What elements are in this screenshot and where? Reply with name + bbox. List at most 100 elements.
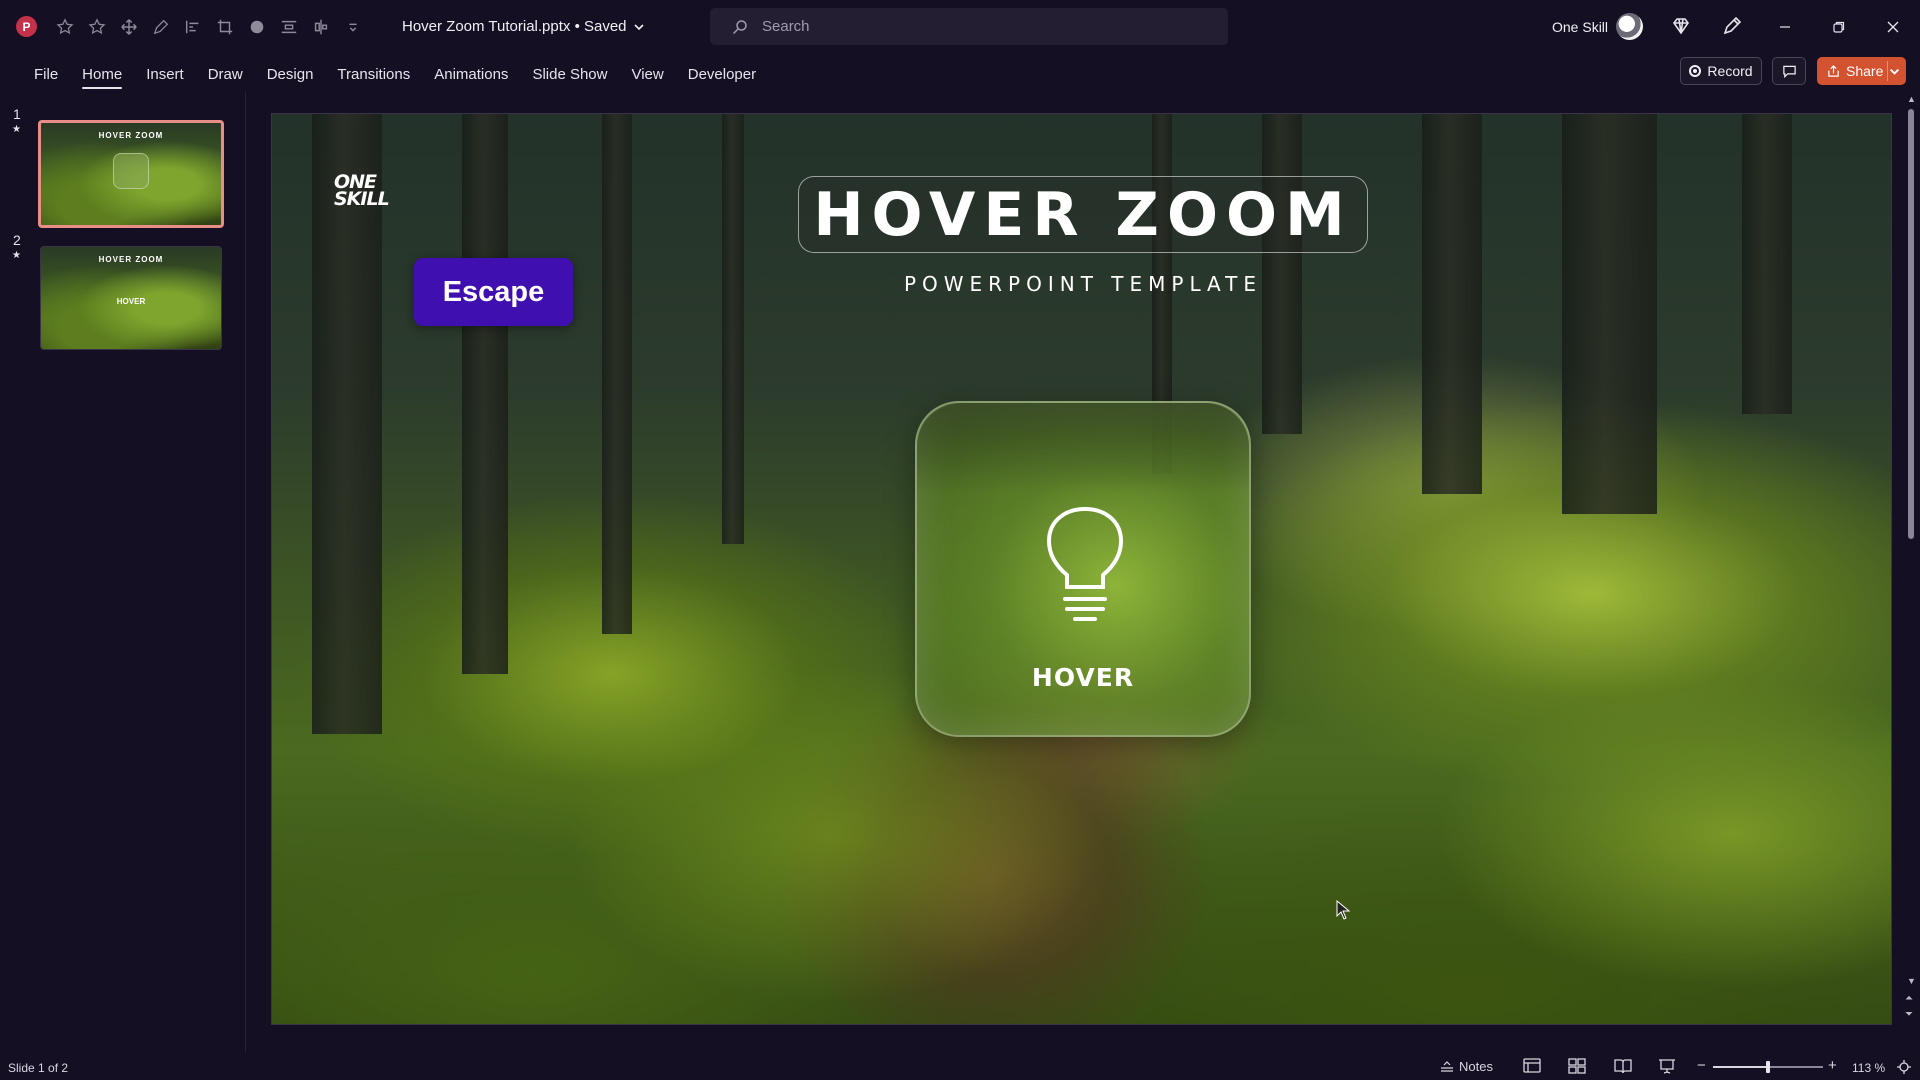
- notes-button[interactable]: Notes: [1440, 1059, 1493, 1074]
- restore-button[interactable]: [1825, 13, 1853, 41]
- close-button[interactable]: [1879, 13, 1907, 41]
- crop-icon[interactable]: [212, 14, 238, 40]
- slideshow-icon: [1659, 1059, 1675, 1074]
- animation-star-icon: ★: [12, 250, 21, 261]
- zoom-level[interactable]: 113 %: [1852, 1061, 1885, 1075]
- tree-trunk: [1422, 114, 1482, 494]
- slideshow-button[interactable]: [1658, 1058, 1678, 1076]
- document-title[interactable]: Hover Zoom Tutorial.pptx • Saved: [402, 18, 645, 35]
- mouse-cursor-icon: [1336, 900, 1350, 920]
- record-icon: [1689, 65, 1702, 77]
- slide-subtitle[interactable]: POWERPOINT TEMPLATE: [798, 272, 1368, 296]
- favorite-star-icon[interactable]: [84, 14, 110, 40]
- tree-trunk: [1562, 114, 1657, 514]
- tab-transitions[interactable]: Transitions: [325, 62, 422, 91]
- scrollbar-thumb[interactable]: [1908, 109, 1914, 539]
- previous-slide-icon[interactable]: ⏶: [1905, 994, 1917, 1006]
- search-box[interactable]: [710, 8, 1228, 45]
- chevron-down-icon[interactable]: [1888, 65, 1901, 78]
- arrange-icon[interactable]: [308, 14, 334, 40]
- lightbulb-icon: [1046, 506, 1124, 621]
- zoom-slider[interactable]: [1713, 1061, 1823, 1073]
- designer-pen-icon[interactable]: [1721, 15, 1743, 37]
- escape-key-badge: Escape: [414, 258, 573, 326]
- share-button[interactable]: Share: [1817, 57, 1906, 85]
- move-icon[interactable]: [116, 14, 142, 40]
- minimize-icon: [1780, 26, 1790, 28]
- notes-icon: [1441, 1060, 1453, 1072]
- thumbnail-number: 1: [13, 106, 21, 122]
- autosave-icon[interactable]: [52, 14, 78, 40]
- premium-diamond-icon[interactable]: [1670, 15, 1692, 37]
- powerpoint-logo-icon: P: [16, 16, 37, 37]
- shape-fill-icon[interactable]: [244, 14, 270, 40]
- logo-line-2: SKILL: [334, 188, 390, 210]
- normal-view-button[interactable]: [1523, 1058, 1543, 1076]
- ribbon-tabs: File Home Insert Draw Design Transitions…: [22, 62, 768, 91]
- close-icon: [1887, 21, 1899, 33]
- thumbnail-title: HOVER ZOOM: [98, 131, 164, 140]
- align-icon[interactable]: [180, 14, 206, 40]
- tab-design[interactable]: Design: [255, 62, 326, 91]
- tab-home[interactable]: Home: [70, 62, 134, 91]
- slide-thumbnail-1[interactable]: HOVER ZOOM: [38, 120, 224, 228]
- tree-trunk: [462, 114, 508, 674]
- user-name[interactable]: One Skill: [1552, 19, 1608, 35]
- search-input[interactable]: [762, 18, 1162, 35]
- avatar[interactable]: [1616, 13, 1643, 40]
- fit-to-window-icon[interactable]: [1896, 1059, 1912, 1075]
- tab-draw[interactable]: Draw: [196, 62, 255, 91]
- zoom-slider-handle[interactable]: [1766, 1061, 1770, 1073]
- tree-trunk: [602, 114, 632, 634]
- tab-developer[interactable]: Developer: [676, 62, 768, 91]
- slide-count: Slide 1 of 2: [8, 1061, 69, 1075]
- customize-toolbar-icon[interactable]: [340, 14, 366, 40]
- thumbnail-title: HOVER ZOOM: [98, 255, 164, 264]
- zoom-out-button[interactable]: −: [1697, 1057, 1706, 1074]
- hover-card[interactable]: HOVER: [915, 401, 1251, 737]
- zoom-in-button[interactable]: +: [1828, 1057, 1837, 1074]
- distribute-icon[interactable]: [276, 14, 302, 40]
- tab-slide-show[interactable]: Slide Show: [520, 62, 619, 91]
- pen-icon[interactable]: [148, 14, 174, 40]
- ribbon-tab-bar: File Home Insert Draw Design Transitions…: [0, 54, 1920, 90]
- tab-insert[interactable]: Insert: [134, 62, 196, 91]
- slide-thumbnail-2[interactable]: HOVER ZOOM HOVER: [40, 246, 222, 350]
- comments-button[interactable]: [1772, 57, 1806, 85]
- restore-icon: [1833, 21, 1845, 33]
- reading-view-button[interactable]: [1614, 1058, 1634, 1076]
- scroll-down-icon[interactable]: ▼: [1907, 976, 1916, 986]
- next-slide-icon[interactable]: ⏷: [1905, 1010, 1917, 1022]
- thumbnail-label: HOVER: [116, 297, 146, 306]
- slide-canvas[interactable]: ONE SKILL Escape HOVER ZOOM POWERPOINT T…: [271, 113, 1892, 1025]
- tab-animations[interactable]: Animations: [422, 62, 520, 91]
- title-bar: P Hover Zoom Tutorial.pptx • Saved Searc…: [0, 0, 1920, 54]
- thumbnail-number: 2: [13, 232, 21, 248]
- status-bar: Slide 1 of 2 Notes − + 113 %: [0, 1054, 1920, 1080]
- record-label: Record: [1707, 63, 1753, 79]
- scroll-up-icon[interactable]: ▲: [1907, 94, 1916, 104]
- hover-card-label: HOVER: [1031, 663, 1135, 692]
- tree-trunk: [722, 114, 744, 544]
- tab-view[interactable]: View: [619, 62, 675, 91]
- share-icon: [1828, 64, 1839, 77]
- chevron-down-icon: [633, 23, 644, 30]
- reading-view-icon: [1614, 1059, 1632, 1074]
- slide-title-frame[interactable]: HOVER ZOOM: [798, 176, 1368, 253]
- share-label: Share: [1846, 63, 1884, 79]
- pane-divider[interactable]: [245, 92, 246, 1052]
- one-skill-logo: ONE SKILL: [334, 173, 390, 210]
- minimize-button[interactable]: [1771, 13, 1799, 41]
- notes-label: Notes: [1459, 1059, 1493, 1074]
- document-title-text: Hover Zoom Tutorial.pptx • Saved: [402, 18, 627, 35]
- comment-icon: [1782, 65, 1796, 78]
- tree-trunk: [1742, 114, 1792, 414]
- slide-sorter-button[interactable]: [1568, 1058, 1588, 1076]
- normal-view-icon: [1523, 1058, 1541, 1073]
- record-button[interactable]: Record: [1680, 57, 1762, 85]
- quick-access-toolbar: [52, 14, 366, 40]
- slide-sorter-icon: [1568, 1058, 1586, 1074]
- search-icon: [732, 19, 747, 34]
- vertical-scrollbar[interactable]: ▲ ▼ ⏶ ⏷: [1904, 92, 1918, 1032]
- tab-file[interactable]: File: [22, 62, 70, 91]
